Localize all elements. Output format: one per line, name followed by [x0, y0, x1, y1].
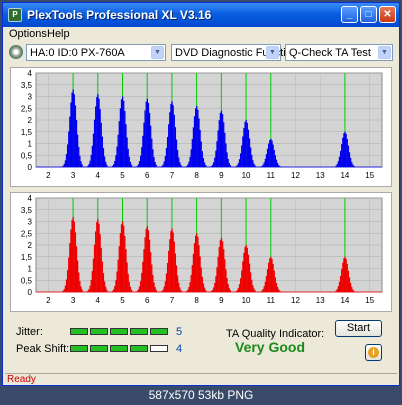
y-tick-label: 1,5: [21, 253, 33, 262]
meter-segment: [150, 345, 168, 352]
x-tick-label: 9: [219, 296, 224, 305]
y-tick-label: 2: [28, 241, 33, 250]
x-tick-label: 14: [340, 171, 349, 180]
meter-segment: [110, 328, 128, 335]
menu-help[interactable]: Help: [47, 28, 70, 40]
y-tick-label: 1,5: [21, 128, 33, 137]
peak-shift-meter: [70, 345, 168, 352]
x-tick-label: 15: [365, 296, 374, 305]
info-button[interactable]: i: [365, 344, 382, 361]
meter-segment: [130, 345, 148, 352]
image-caption: 587x570 53kb PNG: [148, 388, 254, 402]
x-tick-label: 13: [316, 296, 325, 305]
x-tick-label: 8: [194, 171, 199, 180]
x-tick-label: 3: [71, 296, 76, 305]
meter-segment: [70, 328, 88, 335]
chevron-down-icon[interactable]: ▼: [378, 46, 391, 59]
y-tick-label: 4: [28, 194, 33, 203]
menu-options[interactable]: Options: [9, 28, 47, 40]
x-tick-label: 11: [267, 171, 276, 180]
chart-bottom-panel: 0 0,5 1 1,5 2 2,5 3 3,5 4 2 3 4 5 6 7 8 9 10 11 12 13 14 15: [10, 192, 392, 312]
y-tick-label: 0,5: [21, 151, 33, 160]
x-tick-label: 6: [145, 171, 150, 180]
x-tick-label: 10: [242, 296, 251, 305]
disc-drive-icon: [9, 45, 23, 59]
x-tick-label: 9: [219, 171, 224, 180]
maximize-button[interactable]: □: [360, 6, 377, 23]
y-tick-label: 2,5: [21, 104, 33, 113]
chevron-down-icon[interactable]: ▼: [266, 46, 279, 59]
peak-shift-label: Peak Shift:: [16, 343, 70, 355]
y-tick-label: 3: [28, 218, 33, 227]
status-bar: Ready: [5, 373, 397, 385]
x-tick-label: 12: [291, 171, 300, 180]
quality-value: Very Good: [235, 339, 306, 355]
x-tick-label: 5: [120, 296, 125, 305]
y-tick-label: 0: [28, 288, 33, 297]
menu-bar: Options Help: [3, 27, 399, 42]
chart-bottom: 0 0,5 1 1,5 2 2,5 3 3,5 4 2 3 4 5 6 7 8 9 10 11 12 13 14 15: [21, 194, 383, 305]
x-tick-label: 3: [71, 171, 76, 180]
start-button[interactable]: Start: [335, 320, 382, 337]
y-tick-label: 3,5: [21, 206, 33, 215]
toolbar: HA:0 ID:0 PX-760A ▼ DVD Diagnostic Funct…: [3, 42, 399, 64]
window-title: PlexTools Professional XL V3.16: [27, 8, 212, 22]
meter-segment: [90, 328, 108, 335]
test-select-value: Q-Check TA Test: [289, 47, 371, 59]
x-tick-label: 15: [365, 171, 374, 180]
y-tick-label: 1: [28, 265, 33, 274]
x-tick-label: 7: [170, 171, 175, 180]
x-tick-label: 4: [96, 296, 101, 305]
x-tick-label: 12: [291, 296, 300, 305]
x-tick-label: 13: [316, 171, 325, 180]
y-tick-label: 2: [28, 116, 33, 125]
chevron-down-icon[interactable]: ▼: [151, 46, 164, 59]
x-tick-label: 5: [120, 171, 125, 180]
meter-segment: [130, 328, 148, 335]
x-tick-label: 4: [96, 171, 101, 180]
drive-select[interactable]: HA:0 ID:0 PX-760A ▼: [26, 44, 166, 61]
y-tick-label: 1: [28, 140, 33, 149]
drive-select-value: HA:0 ID:0 PX-760A: [30, 47, 125, 59]
y-tick-label: 0: [28, 163, 33, 172]
x-tick-label: 8: [194, 296, 199, 305]
y-tick-label: 0,5: [21, 276, 33, 285]
app-logo-icon: P: [8, 8, 22, 22]
x-tick-label: 10: [242, 171, 251, 180]
y-tick-label: 3,5: [21, 81, 33, 90]
x-tick-label: 7: [170, 296, 175, 305]
jitter-meter: [70, 328, 168, 335]
meter-segment: [70, 345, 88, 352]
title-bar[interactable]: P PlexTools Professional XL V3.16 _ □ ✕: [3, 3, 399, 27]
mode-select[interactable]: DVD Diagnostic Functions ▼: [171, 44, 303, 61]
meter-segment: [90, 345, 108, 352]
close-button[interactable]: ✕: [379, 6, 396, 23]
meter-segment: [150, 328, 168, 335]
test-select[interactable]: Q-Check TA Test ▼: [285, 44, 393, 61]
meter-segment: [110, 345, 128, 352]
info-icon: i: [368, 347, 379, 358]
x-tick-label: 2: [46, 296, 51, 305]
x-tick-label: 6: [145, 296, 150, 305]
chart-top: 0 0,5 1 1,5 2 2,5 3 3,5 4 2 3 4 5 6 7 8 9 10 11 12 13 14 15: [21, 69, 383, 180]
x-tick-label: 11: [267, 296, 276, 305]
results-area: Jitter: 5 Peak Shift: 4 TA Quality Indic…: [10, 315, 392, 371]
x-tick-label: 2: [46, 171, 51, 180]
chart-top-panel: 0 0,5 1 1,5 2 2,5 3 3,5 4 2 3 4 5 6 7 8 9 10 11 12 13 14 15: [10, 67, 392, 187]
peak-shift-value: 4: [176, 343, 183, 355]
x-tick-label: 14: [340, 296, 349, 305]
jitter-value: 5: [176, 326, 183, 338]
jitter-label: Jitter:: [16, 326, 43, 338]
minimize-button[interactable]: _: [341, 6, 358, 23]
y-tick-label: 2,5: [21, 229, 33, 238]
y-tick-label: 4: [28, 69, 33, 78]
app-window: P PlexTools Professional XL V3.16 _ □ ✕ …: [2, 2, 400, 386]
y-tick-label: 3: [28, 93, 33, 102]
